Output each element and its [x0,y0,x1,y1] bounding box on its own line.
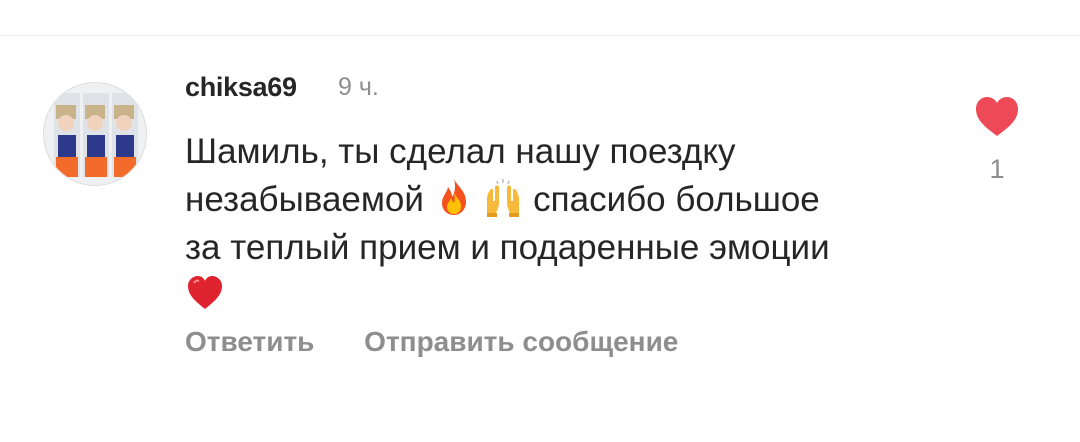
comment-line-4 [185,272,945,320]
reply-button[interactable]: Ответить [185,326,314,358]
comment-text: Шамиль, ты сделал нашу поездку незабывае… [185,128,945,320]
like-button[interactable] [974,96,1020,138]
heart-icon [976,97,1018,136]
fire-icon [434,177,474,217]
username-link[interactable]: chiksa69 [185,72,297,103]
like-count: 1 [989,154,1005,184]
comment: chiksa69 9 ч. Шамиль, ты сделал нашу пое… [0,36,1080,442]
comment-actions: Ответить Отправить сообщение [185,326,720,358]
comment-line-2: незабываемой спасибо большое [185,176,945,224]
comment-line-2-text-cont: спасибо большое [533,180,820,219]
send-message-button[interactable]: Отправить сообщение [364,326,678,358]
comment-timestamp: 9 ч. [338,73,379,101]
comment-line-1: Шамиль, ты сделал нашу поездку [185,132,736,171]
comment-line-3: за теплый прием и подаренные эмоции [185,228,830,267]
red-heart-icon [185,273,225,313]
raised-hands-icon [483,177,523,217]
comment-line-2-text: незабываемой [185,180,424,219]
avatar[interactable] [43,82,147,186]
